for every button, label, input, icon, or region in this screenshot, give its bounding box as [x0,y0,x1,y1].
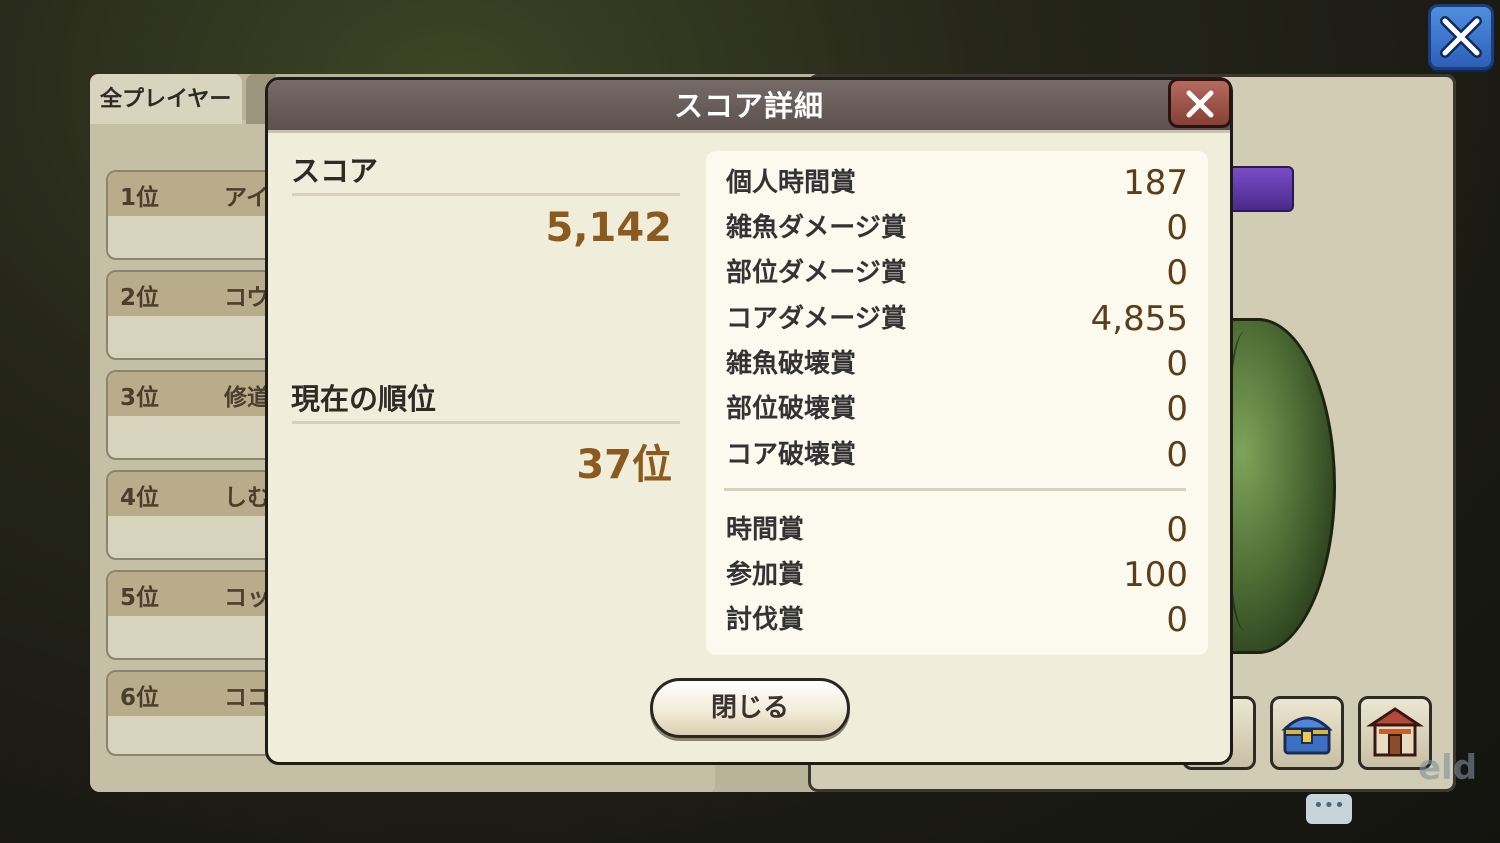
top-close-button[interactable] [1428,4,1494,70]
ranking-player-name: しむ [224,485,270,511]
ranking-rank: 4位 [120,485,160,511]
ranking-rank: 1位 [120,185,160,211]
score-value: 5,142 [545,205,672,251]
divider [292,193,680,196]
chat-bubble-icon[interactable]: ••• [1306,794,1352,824]
treasure-button[interactable] [1270,696,1344,770]
bonus-label: 部位破壊賞 [726,394,857,424]
current-rank-value: 37位 [576,442,672,488]
ranking-rank: 6位 [120,685,160,711]
bonus-value: 0 [1166,389,1188,429]
bonus-row: 雑魚破壊賞 0 [726,344,1188,384]
dialog-title: スコア詳細 [673,89,824,123]
bonus-value: 0 [1166,510,1188,550]
bonus-label: 時間賞 [726,515,805,545]
ranking-rank: 2位 [120,285,160,311]
boss-gauge-button[interactable] [1226,166,1294,212]
bonus-label: 雑魚破壊賞 [726,349,857,379]
ranking-player-name: アイ [224,185,269,211]
bonus-label: 討伐賞 [726,605,805,635]
bonus-value: 0 [1166,208,1188,248]
close-icon [1440,16,1482,58]
bonus-label: 参加賞 [726,560,805,590]
bonus-row: 部位破壊賞 0 [726,389,1188,429]
bonus-row: コア破壊賞 0 [726,435,1188,475]
bonus-label: 雑魚ダメージ賞 [726,213,907,243]
ranking-player-name: コウ [224,285,270,311]
ranking-rank: 3位 [120,385,160,411]
ranking-player-name: 修道 [224,385,270,411]
bonus-row: 雑魚ダメージ賞 0 [726,208,1188,248]
tab-all-players[interactable]: 全プレイヤー [90,74,242,124]
ranking-rank: 5位 [120,585,160,611]
bonus-row: 参加賞 100 [726,555,1188,595]
bonus-label: コア破壊賞 [726,440,857,470]
bonus-label: 個人時間賞 [726,168,857,198]
bonus-value: 0 [1166,344,1188,384]
bonus-row: コアダメージ賞 4,855 [726,299,1188,339]
score-label: スコア [291,154,379,188]
dialog-close-button[interactable] [1168,78,1232,128]
divider [292,421,680,424]
bonus-value: 0 [1166,435,1188,475]
bonus-row: 討伐賞 0 [726,600,1188,640]
bonus-value: 187 [1123,163,1188,203]
divider [724,488,1186,491]
watermark: eld [1418,748,1478,788]
bonus-row: 個人時間賞 187 [726,163,1188,203]
close-button[interactable]: 閉じる [650,678,850,738]
treasure-chest-icon [1281,716,1333,755]
bonus-row: 部位ダメージ賞 0 [726,253,1188,293]
bonus-value: 4,855 [1090,299,1188,339]
bonus-row: 時間賞 0 [726,510,1188,550]
ranking-player-name: ココ [224,685,270,711]
ranking-player-name: コッ [224,585,270,611]
close-icon [1186,90,1214,118]
bonus-value: 100 [1123,555,1188,595]
dialog-header: スコア詳細 [268,80,1230,133]
bonus-label: コアダメージ賞 [726,304,907,334]
bonus-value: 0 [1166,253,1188,293]
current-rank-label: 現在の順位 [291,382,437,416]
bonus-label: 部位ダメージ賞 [726,258,907,288]
bonus-value: 0 [1166,600,1188,640]
